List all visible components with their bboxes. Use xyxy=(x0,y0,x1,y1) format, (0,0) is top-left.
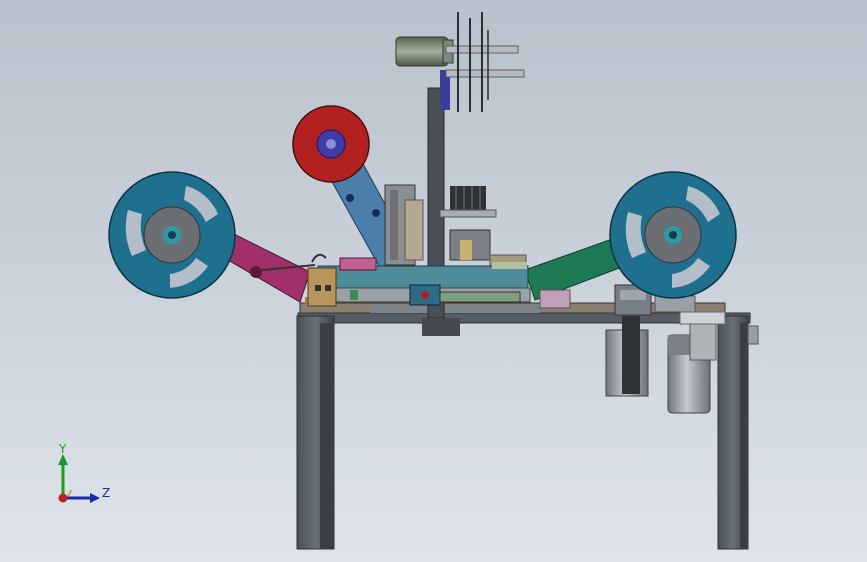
right-tape-reel xyxy=(609,171,737,299)
tape-machine-model[interactable] xyxy=(0,0,867,562)
right-bracket xyxy=(747,325,759,345)
upper-red-reel xyxy=(292,105,370,183)
left-tape-reel xyxy=(108,171,236,299)
z-axis-label: Z xyxy=(102,486,110,500)
cad-viewport[interactable]: Y Z xyxy=(0,0,867,562)
coordinate-triad: Y Z xyxy=(58,442,110,503)
top-motor xyxy=(395,36,449,67)
top-spool-assembly xyxy=(395,12,525,112)
y-axis-label: Y xyxy=(58,442,67,456)
x-axis-origin xyxy=(58,493,68,503)
